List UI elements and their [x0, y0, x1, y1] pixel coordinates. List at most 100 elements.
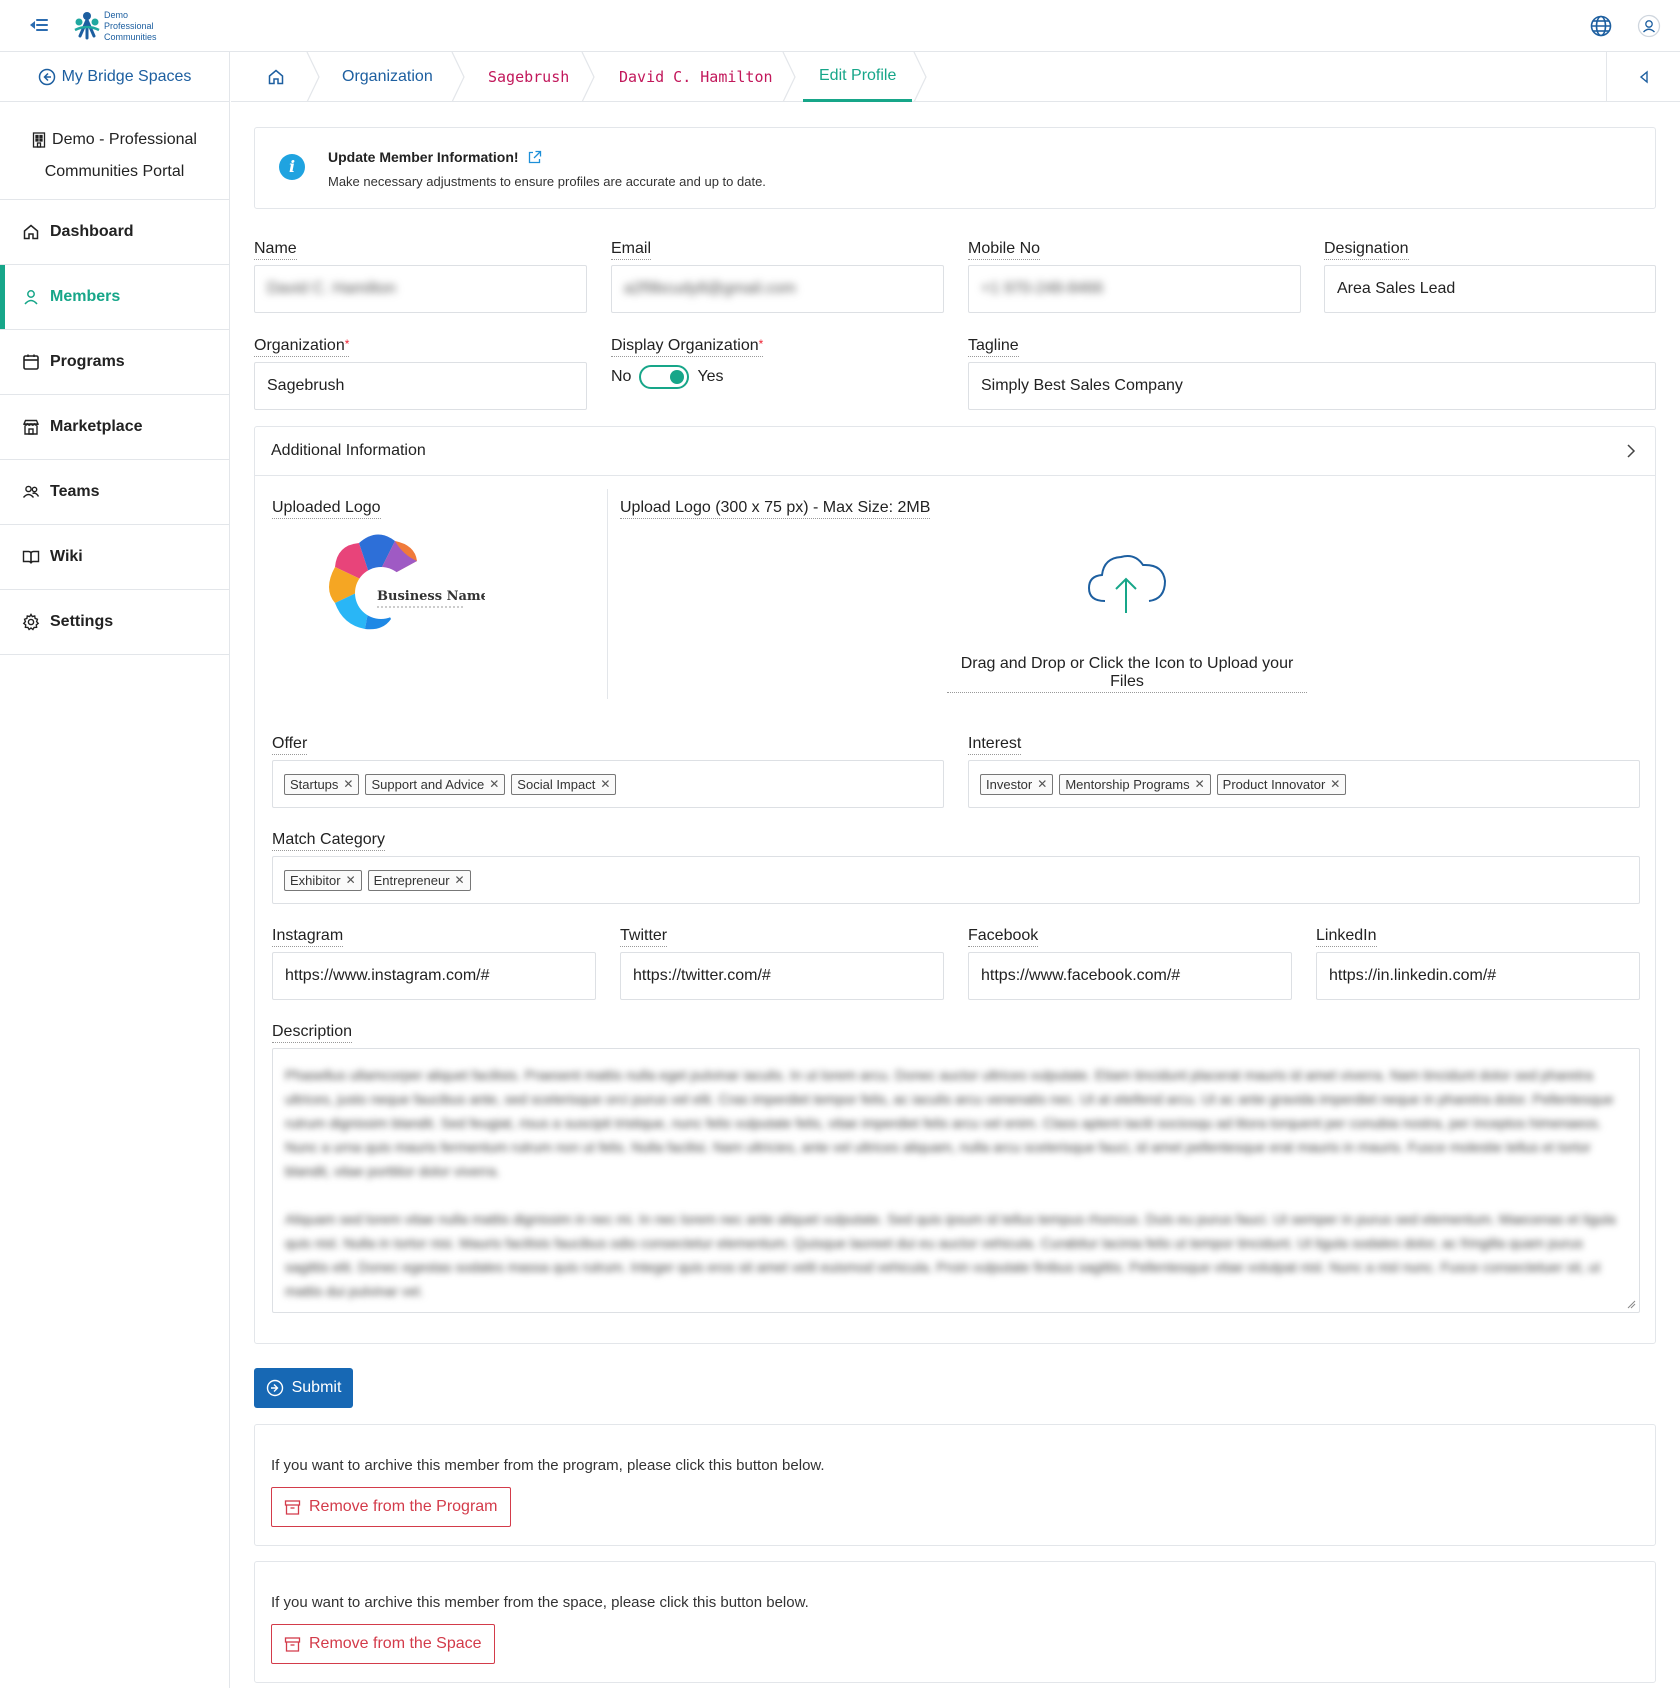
remove-tag-icon[interactable]: ✕ — [346, 873, 356, 887]
remove-tag-icon[interactable]: ✕ — [343, 777, 353, 791]
tagline-field[interactable]: Simply Best Sales Company — [968, 362, 1656, 410]
additional-info-header[interactable]: Additional Information — [255, 427, 1655, 476]
instagram-field[interactable]: https://www.instagram.com/# — [272, 952, 596, 1000]
breadcrumb-separator — [451, 52, 465, 102]
remove-tag-icon[interactable]: ✕ — [600, 777, 610, 791]
sidebar-item-marketplace[interactable]: Marketplace — [0, 395, 229, 460]
sidebar-item-label: Teams — [50, 483, 100, 500]
main-content: i Update Member Information! Make necess… — [254, 127, 1656, 209]
breadcrumb-separator — [306, 52, 320, 102]
tag-label: Product Innovator — [1222, 776, 1326, 792]
my-bridge-spaces-label: My Bridge Spaces — [61, 67, 192, 85]
twitter-label: Twitter — [620, 927, 668, 947]
organization-value: Sagebrush — [267, 377, 345, 394]
remove-tag-icon[interactable]: ✕ — [455, 873, 465, 887]
organization-label-wrap: Organization* — [254, 337, 350, 357]
portal-name-line1: Demo - Professional — [52, 131, 197, 148]
sidebar-item-wiki[interactable]: Wiki — [0, 525, 229, 590]
linkedin-field[interactable]: https://in.linkedin.com/# — [1316, 952, 1640, 1000]
linkedin-label: LinkedIn — [1316, 927, 1377, 947]
sidebar-item-label: Dashboard — [50, 223, 134, 240]
menu-toggle-icon[interactable] — [30, 16, 50, 34]
store-icon — [22, 419, 40, 435]
organization-label-text: Organization — [254, 337, 345, 354]
uploaded-logo-label-wrap: Uploaded Logo — [272, 499, 381, 519]
info-icon: i — [279, 154, 305, 180]
description-textarea[interactable]: Phasellus ullamcorper aliquet facilisis.… — [272, 1048, 1640, 1313]
organization-label: Organization* — [254, 337, 350, 357]
sidebar-item-members[interactable]: Members — [0, 265, 229, 330]
name-label: Name — [254, 240, 297, 260]
cloud-upload-icon[interactable] — [1085, 549, 1169, 624]
remove-from-program-button[interactable]: Remove from the Program — [271, 1487, 511, 1527]
match-category-input[interactable]: Exhibitor ✕ Entrepreneur ✕ — [272, 856, 1640, 904]
instagram-value: https://www.instagram.com/# — [285, 967, 490, 984]
back-circle-icon — [38, 68, 55, 85]
tagline-value: Simply Best Sales Company — [981, 377, 1183, 394]
users-icon — [22, 485, 40, 498]
user-avatar-icon[interactable] — [1636, 13, 1662, 39]
name-label-wrap: Name — [254, 240, 297, 260]
facebook-field[interactable]: https://www.facebook.com/# — [968, 952, 1292, 1000]
email-field[interactable]: a2f9bcudy8@gmail.com — [611, 265, 944, 313]
display-org-label-wrap: Display Organization* — [611, 337, 764, 357]
tag-label: Startups — [290, 776, 339, 792]
sidebar-item-settings[interactable]: Settings — [0, 590, 229, 655]
remove-from-program-label: Remove from the Program — [309, 1498, 498, 1515]
offer-tags-input[interactable]: Startups ✕ Support and Advice ✕ Social Imp… — [272, 760, 944, 808]
info-alert: i Update Member Information! Make necess… — [254, 127, 1656, 209]
archive-space-message: If you want to archive this member from … — [271, 1594, 809, 1611]
designation-field[interactable]: Area Sales Lead — [1324, 265, 1656, 313]
breadcrumb-organization[interactable]: Organization — [342, 52, 433, 102]
breadcrumb-separator — [782, 52, 796, 102]
interest-tag: Investor ✕ — [980, 773, 1054, 795]
upload-hint[interactable]: Drag and Drop or Click the Icon to Uploa… — [947, 655, 1307, 693]
breadcrumb-edit-profile[interactable]: Edit Profile — [803, 52, 913, 102]
breadcrumb-sagebrush[interactable]: Sagebrush — [488, 52, 569, 102]
book-icon — [22, 550, 40, 564]
display-org-toggle[interactable] — [639, 365, 690, 389]
interest-tag: Mentorship Programs ✕ — [1059, 773, 1211, 795]
tag-label: Mentorship Programs — [1065, 776, 1190, 792]
remove-tag-icon[interactable]: ✕ — [1037, 777, 1047, 791]
match-label-wrap: Match Category — [272, 831, 385, 851]
sidebar-item-label: Settings — [50, 613, 114, 630]
building-icon — [32, 132, 46, 148]
remove-from-space-button[interactable]: Remove from the Space — [271, 1624, 495, 1664]
breadcrumb-separator — [581, 52, 595, 102]
globe-icon[interactable] — [1588, 13, 1614, 39]
sidebar-item-programs[interactable]: Programs — [0, 330, 229, 395]
organization-field[interactable]: Sagebrush — [254, 362, 587, 410]
interest-tags-input[interactable]: Investor ✕ Mentorship Programs ✕ Product I… — [968, 760, 1640, 808]
mobile-value: +1 970-248-8466 — [981, 280, 1104, 297]
archive-box-icon — [284, 1499, 301, 1515]
breadcrumb-home[interactable] — [267, 52, 285, 102]
my-bridge-spaces-link[interactable]: My Bridge Spaces — [0, 52, 229, 102]
business-logo-image: Business Name — [315, 525, 489, 645]
external-link-icon[interactable] — [527, 150, 542, 165]
designation-label: Designation — [1324, 240, 1409, 260]
submit-button[interactable]: Submit — [254, 1368, 353, 1408]
name-field[interactable]: David C. Hamilton — [254, 265, 587, 313]
description-label: Description — [272, 1023, 353, 1043]
match-category-label: Match Category — [272, 831, 385, 851]
sidebar-item-dashboard[interactable]: Dashboard — [0, 200, 229, 265]
email-value: a2f9bcudy8@gmail.com — [624, 280, 796, 297]
calendar-icon — [23, 354, 39, 370]
remove-tag-icon[interactable]: ✕ — [489, 777, 499, 791]
interest-label: Interest — [968, 735, 1022, 755]
mobile-field[interactable]: +1 970-248-8466 — [968, 265, 1301, 313]
tag-label: Social Impact — [517, 776, 596, 792]
uploaded-logo-label: Uploaded Logo — [272, 499, 381, 519]
breadcrumb-member-name[interactable]: David C. Hamilton — [619, 52, 773, 102]
remove-tag-icon[interactable]: ✕ — [1195, 777, 1205, 791]
resize-handle-icon[interactable] — [1627, 1300, 1636, 1309]
sidebar-item-teams[interactable]: Teams — [0, 460, 229, 525]
collapse-panel-button[interactable] — [1606, 52, 1680, 102]
sidebar: My Bridge Spaces Demo - Professional Com… — [0, 52, 230, 1688]
remove-tag-icon[interactable]: ✕ — [1330, 777, 1340, 791]
upload-logo-label-wrap: Upload Logo (300 x 75 px) - Max Size: 2M… — [620, 499, 931, 519]
toggle-no-label: No — [611, 368, 632, 385]
twitter-field[interactable]: https://twitter.com/# — [620, 952, 944, 1000]
app-logo[interactable]: Demo Professional Communities — [70, 8, 160, 44]
